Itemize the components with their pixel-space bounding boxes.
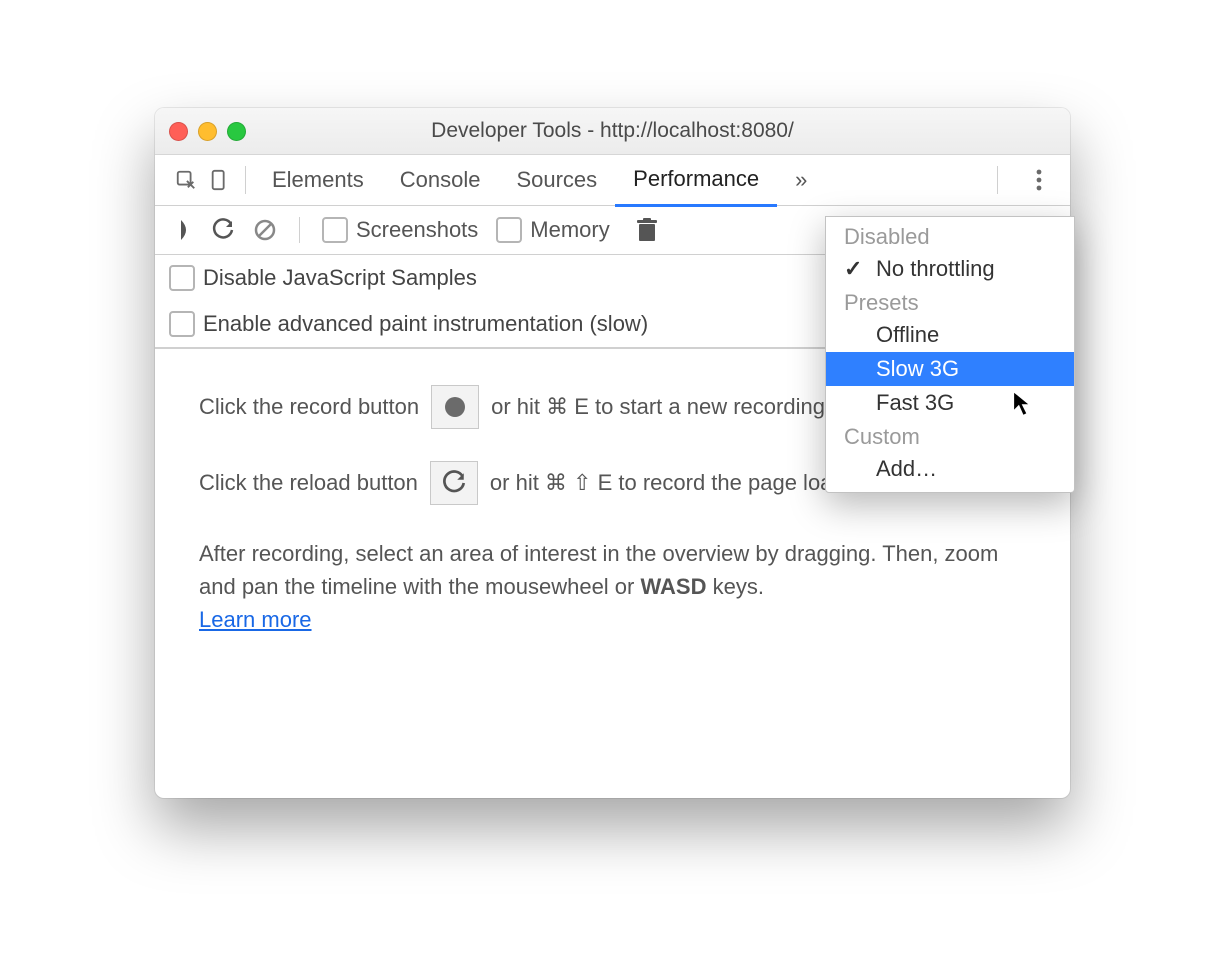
- more-menu-icon[interactable]: [1022, 163, 1056, 197]
- tab-sources[interactable]: Sources: [498, 155, 615, 205]
- instruction-after: After recording, select an area of inter…: [199, 537, 1026, 636]
- tab-elements[interactable]: Elements: [254, 155, 382, 205]
- dropdown-item-fast-3g[interactable]: Fast 3G: [826, 386, 1074, 420]
- window-title: Developer Tools - http://localhost:8080/: [155, 119, 1070, 143]
- dropdown-item-offline[interactable]: Offline: [826, 318, 1074, 352]
- disable-js-checkbox[interactable]: Disable JavaScript Samples: [169, 265, 477, 291]
- dropdown-group-presets: Presets: [826, 286, 1074, 318]
- tab-performance[interactable]: Performance: [615, 154, 777, 207]
- minimize-window-button[interactable]: [198, 122, 217, 141]
- instruction-text: Click the record button: [199, 394, 419, 420]
- dropdown-item-no-throttling[interactable]: No throttling: [826, 252, 1074, 286]
- instruction-text: or hit ⌘ ⇧ E to record the page load.: [490, 470, 851, 496]
- devtools-tabbar: Elements Console Sources Performance »: [155, 155, 1070, 206]
- clear-icon[interactable]: [253, 218, 277, 242]
- screenshots-label: Screenshots: [356, 217, 478, 243]
- dropdown-group-custom: Custom: [826, 420, 1074, 452]
- instruction-text: Click the reload button: [199, 470, 418, 496]
- tab-console[interactable]: Console: [382, 155, 499, 205]
- inspect-element-icon[interactable]: [169, 163, 203, 197]
- learn-more-link[interactable]: Learn more: [199, 607, 312, 632]
- network-throttling-dropdown[interactable]: Disabled No throttling Presets Offline S…: [825, 216, 1075, 493]
- instruction-text: or hit ⌘ E to start a new recording.: [491, 394, 831, 420]
- maximize-window-button[interactable]: [227, 122, 246, 141]
- memory-label: Memory: [530, 217, 609, 243]
- dropdown-item-slow-3g[interactable]: Slow 3G: [826, 352, 1074, 386]
- separator: [299, 217, 300, 243]
- dropdown-item-add[interactable]: Add…: [826, 452, 1074, 486]
- tabs-overflow[interactable]: »: [777, 155, 825, 205]
- separator: [997, 166, 998, 194]
- enable-paint-checkbox[interactable]: Enable advanced paint instrumentation (s…: [169, 311, 648, 337]
- disable-js-label: Disable JavaScript Samples: [203, 265, 477, 291]
- titlebar: Developer Tools - http://localhost:8080/: [155, 108, 1070, 155]
- dropdown-group-disabled: Disabled: [826, 220, 1074, 252]
- traffic-lights: [169, 122, 246, 141]
- memory-checkbox[interactable]: Memory: [496, 217, 609, 243]
- screenshots-checkbox[interactable]: Screenshots: [322, 217, 478, 243]
- reload-icon[interactable]: [211, 218, 235, 242]
- separator: [245, 166, 246, 194]
- record-icon[interactable]: [179, 220, 193, 240]
- close-window-button[interactable]: [169, 122, 188, 141]
- device-toolbar-icon[interactable]: [203, 163, 237, 197]
- record-button[interactable]: [431, 385, 479, 429]
- reload-button[interactable]: [430, 461, 478, 505]
- trash-icon[interactable]: [636, 218, 658, 242]
- enable-paint-label: Enable advanced paint instrumentation (s…: [203, 311, 648, 337]
